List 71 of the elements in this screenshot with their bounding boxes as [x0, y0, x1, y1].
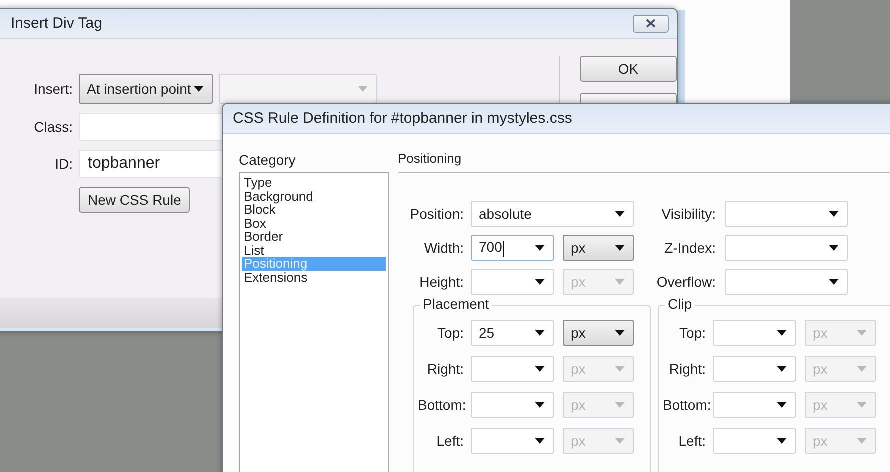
caret-icon [857, 366, 867, 372]
caret-icon [615, 279, 625, 285]
group-title: Placement [420, 296, 492, 312]
unit-dropdown[interactable]: px [563, 235, 634, 261]
field-label: Right: [426, 361, 465, 377]
window-title: CSS Rule Definition for #topbanner in mystyles.css [233, 110, 572, 127]
caret-icon [615, 211, 625, 217]
category-label: Category [239, 152, 297, 168]
field-label: Visibility: [660, 206, 717, 222]
caret-icon [535, 366, 545, 372]
caret-icon [615, 245, 625, 251]
combo-box[interactable] [471, 428, 554, 454]
dropdown[interactable]: At insertion point [79, 74, 213, 104]
field-label: Width: [423, 240, 465, 256]
caret-icon [615, 402, 625, 408]
field-label: Z-Index: [664, 240, 717, 256]
caret-icon [615, 438, 625, 444]
field-label: Position: [409, 206, 465, 222]
category-item[interactable]: List [242, 244, 386, 257]
field-label: Height: [418, 274, 465, 290]
field-label: Class: [33, 119, 73, 135]
field-label: Bottom: [418, 397, 468, 413]
field-label: Right: [668, 361, 707, 377]
caret-icon [535, 279, 545, 285]
new-css-rule-button[interactable]: New CSS Rule [79, 187, 190, 213]
window-title: Insert Div Tag [10, 15, 102, 32]
caret-icon [358, 86, 368, 92]
caret-icon [615, 366, 625, 372]
caret-icon [777, 438, 787, 444]
caret-icon [829, 245, 839, 251]
field-label: Left: [678, 433, 707, 449]
combo-box[interactable] [713, 356, 796, 382]
dropdown[interactable]: absolute [471, 201, 634, 227]
field-label: Insert: [33, 81, 73, 97]
field-label: Top: [436, 325, 465, 341]
caret-icon [829, 279, 839, 285]
panel-title: Positioning [398, 151, 890, 173]
caret-icon [857, 402, 867, 408]
field-label: Left: [436, 433, 465, 449]
caret-icon [535, 402, 545, 408]
category-item[interactable]: Extensions [242, 270, 386, 284]
category-item[interactable]: Border [242, 230, 386, 244]
caret-icon [857, 438, 867, 444]
combo-box[interactable]: 25 [471, 320, 554, 346]
field-label: Top: [678, 325, 707, 341]
close-icon [646, 19, 656, 28]
combo-box[interactable] [713, 320, 796, 346]
category-item[interactable]: Background [242, 190, 386, 203]
combo-box[interactable] [471, 269, 554, 295]
close-button[interactable] [633, 14, 669, 32]
category-item[interactable]: Block [242, 203, 386, 216]
field-label: Overflow: [656, 274, 717, 290]
category-item[interactable]: Box [242, 216, 386, 230]
category-item[interactable]: Type [242, 176, 386, 190]
combo-box[interactable]: 700 [471, 235, 554, 261]
caret-icon [857, 330, 867, 336]
caret-icon [777, 366, 787, 372]
field-label: ID: [54, 156, 73, 172]
combo-box[interactable] [713, 428, 796, 454]
caret-icon [535, 245, 545, 251]
caret-icon [829, 211, 839, 217]
caret-icon [194, 86, 204, 92]
caret-icon [535, 438, 545, 444]
unit-dropdown[interactable]: px [563, 320, 634, 346]
ok-button[interactable]: OK [580, 56, 677, 82]
combo-box[interactable] [471, 356, 554, 382]
caret-icon [777, 402, 787, 408]
combo-box[interactable] [713, 392, 796, 418]
combo-box[interactable] [471, 392, 554, 418]
field-label: Bottom: [663, 397, 712, 413]
group-title: Clip [665, 296, 696, 312]
